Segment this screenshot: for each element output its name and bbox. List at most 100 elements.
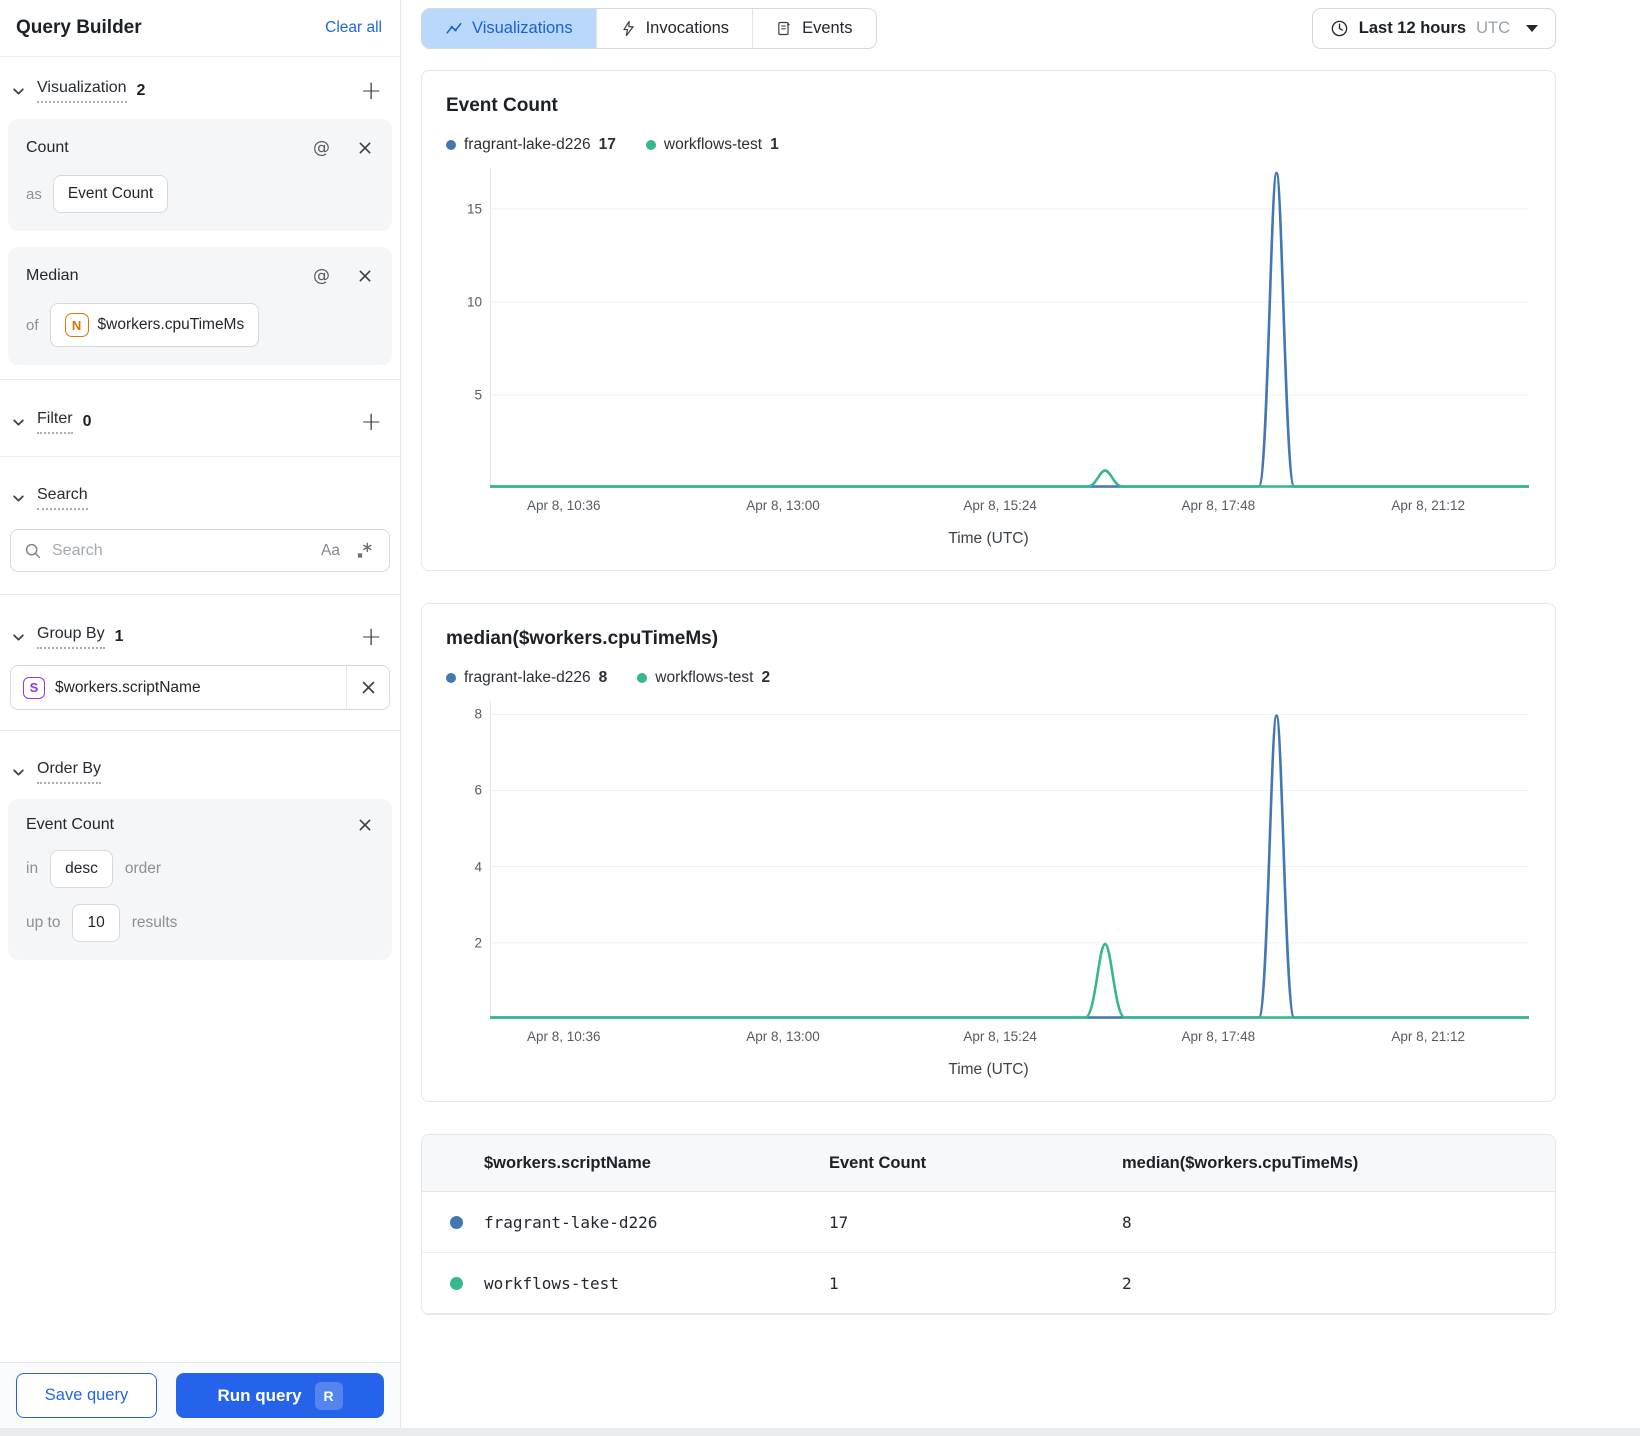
add-group-by-button[interactable]: + <box>360 624 382 650</box>
x-tick-label: Apr 8, 17:48 <box>1181 1029 1256 1044</box>
legend-item[interactable]: fragrant-lake-d226 17 <box>446 136 616 154</box>
field-name: $workers.cpuTimeMs <box>97 316 245 333</box>
legend-series-name: workflows-test <box>663 136 763 153</box>
divider <box>0 730 400 731</box>
divider <box>0 456 400 457</box>
table-row[interactable]: fragrant-lake-d226 17 8 <box>422 1192 1555 1253</box>
group-by-item[interactable]: S $workers.scriptName <box>10 665 390 710</box>
section-title-order-by[interactable]: Order By <box>37 760 102 784</box>
legend-dot <box>446 673 456 683</box>
chart-line-icon <box>445 20 463 38</box>
x-tick-label: Apr 8, 21:12 <box>1391 1029 1465 1044</box>
y-tick-label: 2 <box>474 935 482 951</box>
x-tick-label: Apr 8, 21:12 <box>1391 498 1465 513</box>
legend-series-total: 17 <box>598 136 616 153</box>
chart-plot[interactable]: 5 10 15 Apr 8, 10:36 Apr 8, 13:00 Apr 8, 15:2… <box>467 168 1529 524</box>
x-axis-title: Time (UTC) <box>948 1061 1029 1078</box>
table-row[interactable]: workflows-test 1 2 <box>422 1253 1555 1314</box>
section-title-group-by[interactable]: Group By <box>37 625 105 649</box>
section-title-search[interactable]: Search <box>37 486 88 510</box>
visualization-count: 2 <box>136 82 146 99</box>
column-header-event-count: Event Count <box>829 1153 927 1172</box>
divider <box>0 594 400 595</box>
chevron-down-icon[interactable] <box>12 492 25 505</box>
run-query-button[interactable]: Run query R <box>176 1373 384 1418</box>
add-visualization-button[interactable]: + <box>360 78 382 104</box>
app: Query Builder Clear all Visualization 2 … <box>0 0 1640 1428</box>
clock-icon <box>1330 19 1349 38</box>
close-icon[interactable] <box>356 267 374 285</box>
aggregation-label: Median <box>26 267 79 284</box>
legend-dot <box>446 140 456 150</box>
script-name-cell: fragrant-lake-d226 <box>484 1212 658 1232</box>
tab-invocations[interactable]: Invocations <box>596 9 754 48</box>
regex-icon[interactable] <box>353 539 376 562</box>
table-body: fragrant-lake-d226 17 8 workflows-test 1… <box>422 1192 1555 1314</box>
chevron-down-icon[interactable] <box>12 85 25 98</box>
legend-dot <box>645 140 656 150</box>
tab-events[interactable]: Events <box>753 9 876 48</box>
legend-item[interactable]: workflows-test 1 <box>645 136 779 154</box>
close-icon[interactable] <box>347 678 389 697</box>
legend-series-name: fragrant-lake-d226 <box>464 136 591 153</box>
save-query-button[interactable]: Save query <box>16 1373 157 1418</box>
y-tick-label: 15 <box>466 201 482 217</box>
chart-canvas <box>490 168 1529 488</box>
sidebar-header: Query Builder Clear all <box>0 0 400 57</box>
match-case-icon[interactable]: Aa <box>319 540 342 562</box>
close-icon[interactable] <box>356 816 374 834</box>
chevron-down-icon[interactable] <box>12 631 25 644</box>
y-tick-label: 10 <box>466 294 482 310</box>
median-cell: 2 <box>1122 1273 1132 1293</box>
median-cell: 8 <box>1122 1212 1132 1232</box>
x-tick-label: Apr 8, 10:36 <box>526 498 601 513</box>
time-range-selector[interactable]: Last 12 hours UTC <box>1311 8 1556 49</box>
visualization-card-median: Median @ of N $workers.cpuTimeMs <box>8 247 392 365</box>
at-mention-icon[interactable]: @ <box>311 136 332 160</box>
order-label: order <box>124 860 162 877</box>
x-tick-label: Apr 8, 10:36 <box>526 1029 601 1044</box>
field-chip[interactable]: N $workers.cpuTimeMs <box>49 303 260 347</box>
at-mention-icon[interactable]: @ <box>311 264 332 288</box>
x-tick-label: Apr 8, 17:48 <box>1181 498 1256 513</box>
section-title-filter[interactable]: Filter <box>37 410 73 434</box>
y-tick-label: 6 <box>474 782 482 798</box>
series-line <box>490 469 1529 488</box>
search-input[interactable] <box>52 541 309 560</box>
event-count-cell: 1 <box>829 1273 839 1293</box>
topbar: Visualizations Invocations Events Last 1… <box>421 8 1556 49</box>
legend-item[interactable]: fragrant-lake-d226 8 <box>446 669 607 687</box>
chevron-down-icon[interactable] <box>12 766 25 779</box>
filter-count: 0 <box>82 413 92 430</box>
group-by-field-name: $workers.scriptName <box>55 678 201 696</box>
x-axis-title: Time (UTC) <box>948 530 1029 547</box>
chevron-down-icon[interactable] <box>12 416 25 429</box>
alias-chip[interactable]: Event Count <box>52 175 169 213</box>
script-name-cell: workflows-test <box>484 1273 619 1293</box>
aggregation-label: Count <box>26 139 69 156</box>
close-icon[interactable] <box>356 139 374 157</box>
median-cputime-chart-card: median($workers.cpuTimeMs) fragrant-lake… <box>421 603 1556 1102</box>
results-table-card: $workers.scriptName Event Count median($… <box>421 1134 1556 1315</box>
chart-plot[interactable]: 2 4 6 8 Apr 8, 10:36 Apr 8, 13:00 Apr 8, 15:24… <box>474 701 1529 1055</box>
section-title-visualization[interactable]: Visualization <box>37 79 127 103</box>
up-to-label: up to <box>26 914 61 931</box>
clear-all-button[interactable]: Clear all <box>325 19 382 37</box>
column-header-median: median($workers.cpuTimeMs) <box>1122 1153 1359 1172</box>
numeric-field-icon: N <box>64 313 89 337</box>
limit-chip[interactable]: 10 <box>72 904 120 942</box>
column-header-script-name: $workers.scriptName <box>484 1153 651 1172</box>
y-tick-label: 5 <box>474 387 482 403</box>
section-filter: Filter 0 + <box>8 388 392 448</box>
string-field-icon: S <box>23 676 45 699</box>
series-line <box>490 171 1529 488</box>
add-filter-button[interactable]: + <box>360 409 382 435</box>
legend-series-total: 1 <box>770 136 779 153</box>
timezone-label: UTC <box>1476 19 1510 37</box>
section-order-by: Order By <box>8 739 392 797</box>
tab-label: Visualizations <box>472 19 573 37</box>
tab-label: Events <box>802 19 853 37</box>
tab-visualizations[interactable]: Visualizations <box>422 9 597 48</box>
legend-item[interactable]: workflows-test 2 <box>637 669 770 687</box>
sort-direction-chip[interactable]: desc <box>50 850 113 888</box>
